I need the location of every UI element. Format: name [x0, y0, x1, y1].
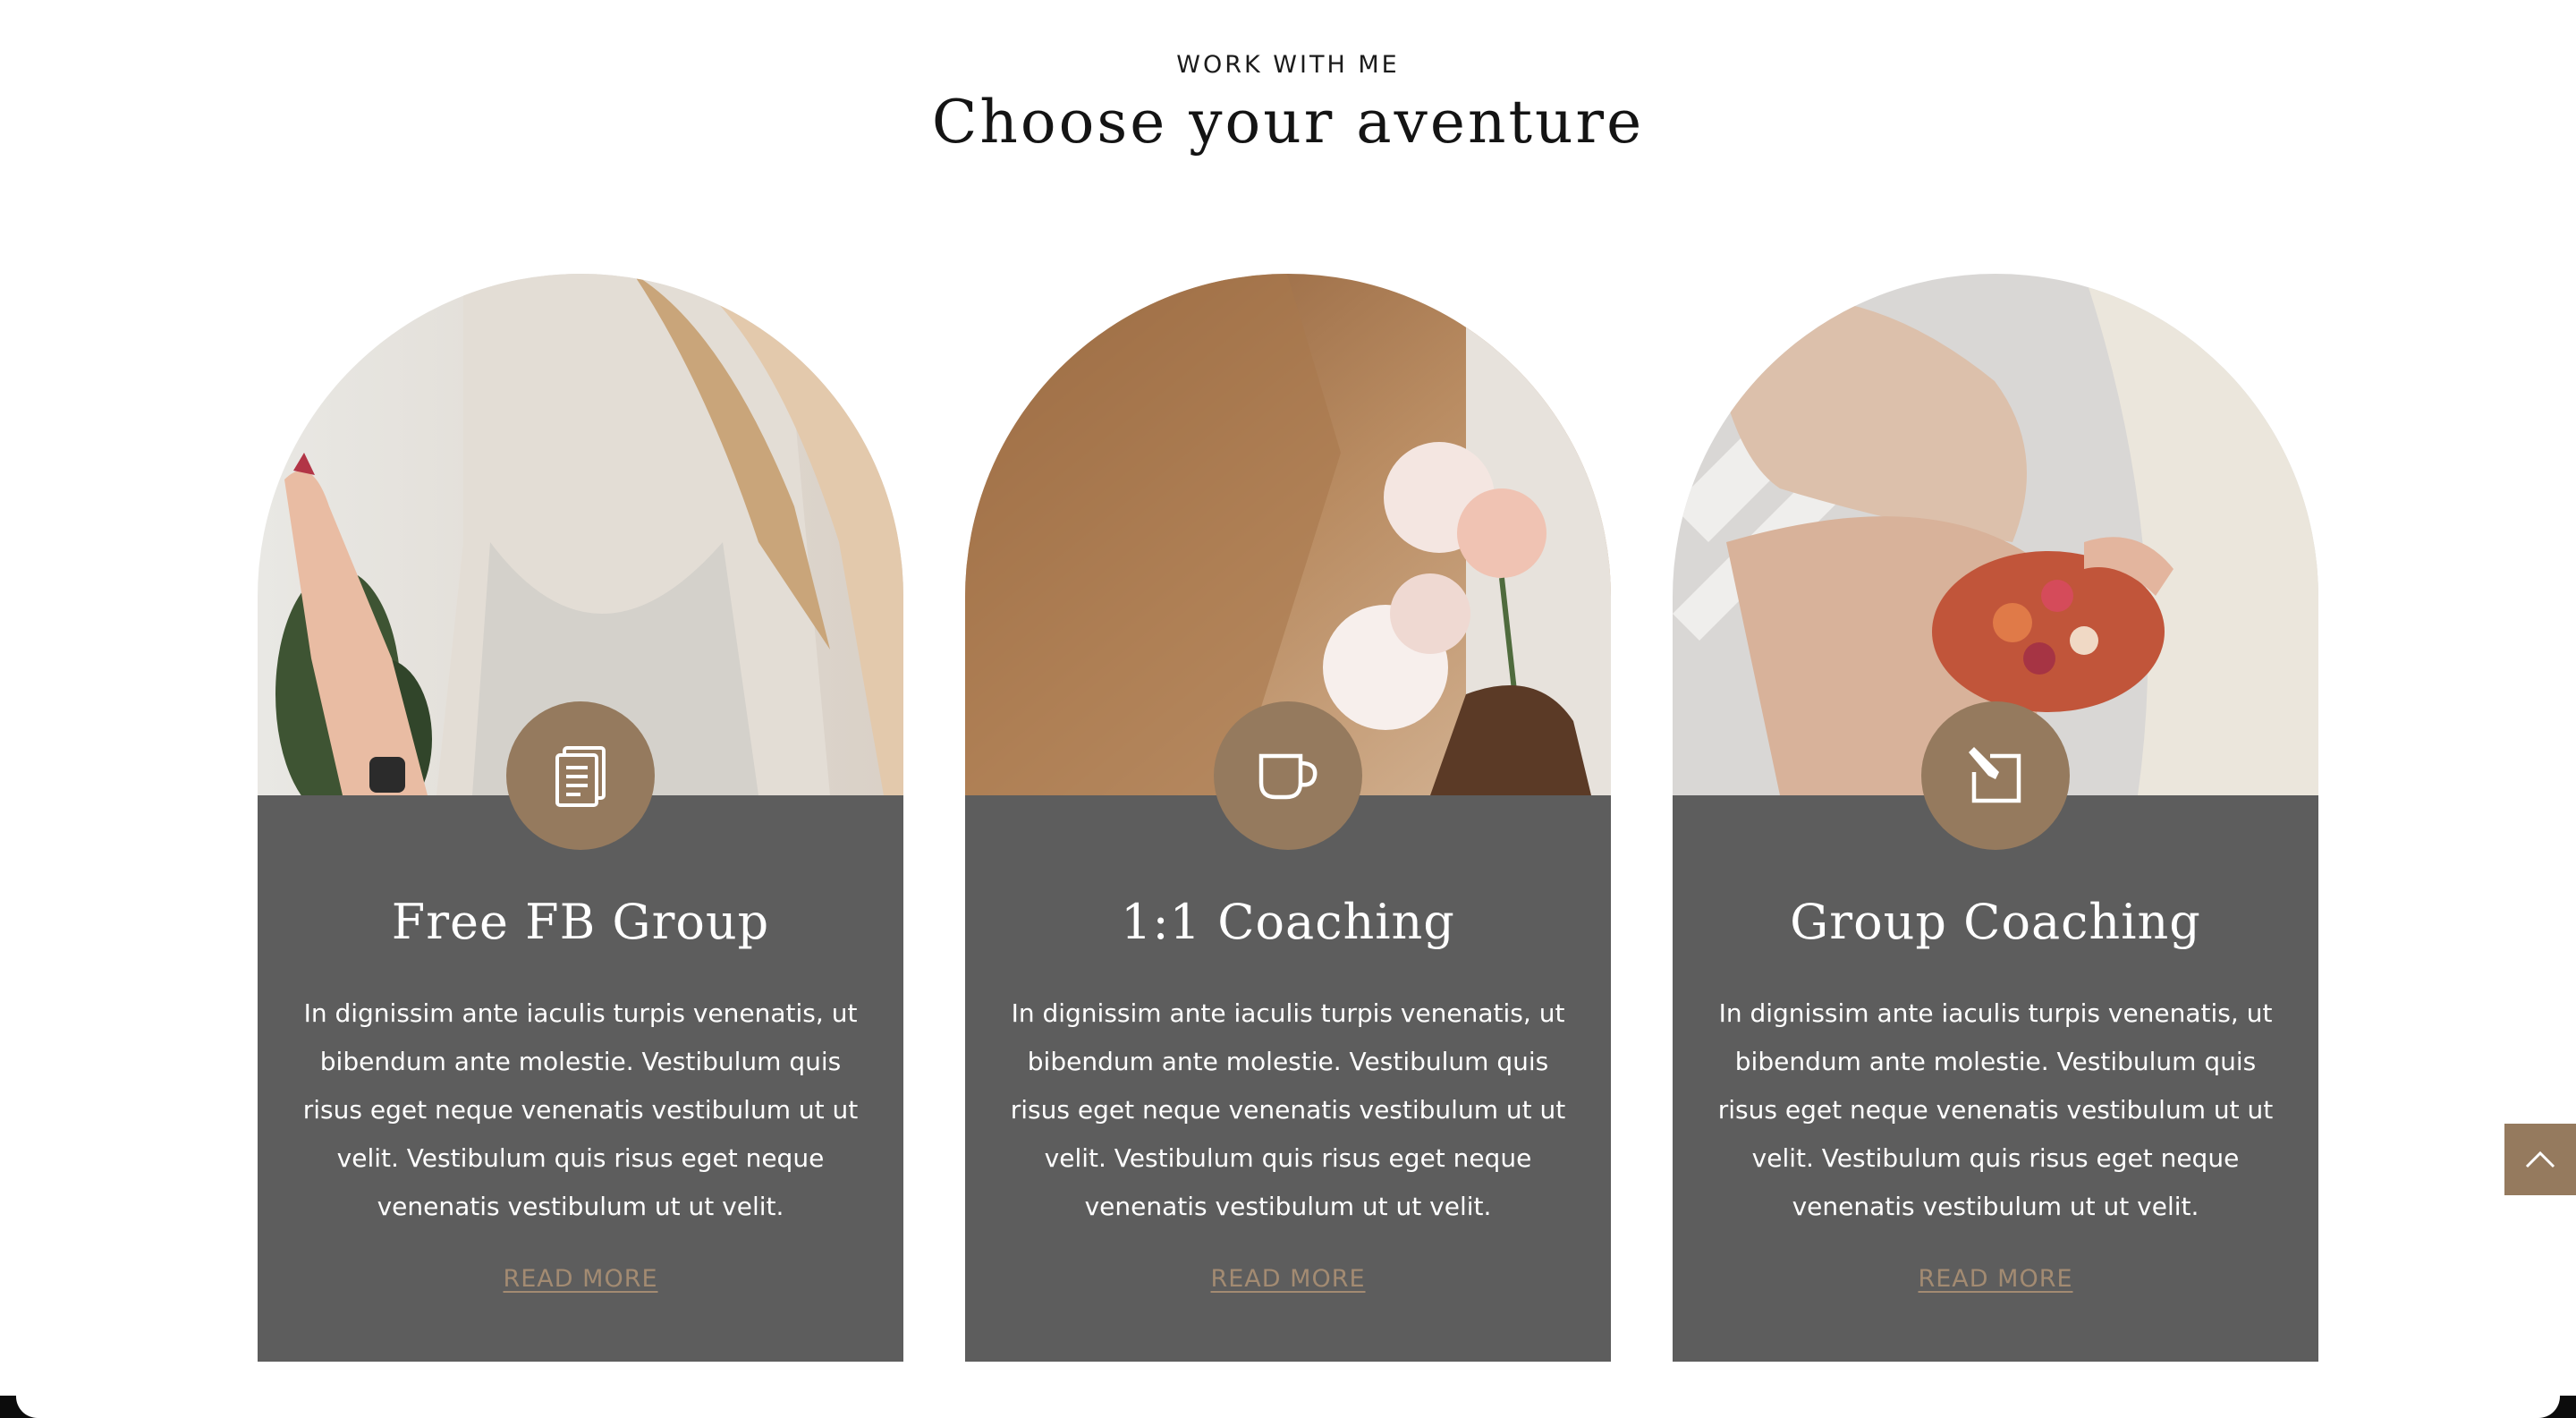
section-eyebrow: WORK WITH ME [1176, 51, 1400, 79]
offer-card-free-fb-group: Free FB Group In dignissim ante iaculis … [258, 274, 903, 1362]
coffee-cup-icon [1214, 701, 1362, 850]
card-description: In dignissim ante iaculis turpis venenat… [1717, 998, 2274, 1221]
read-more-link[interactable]: READ MORE [1918, 1265, 2072, 1293]
card-description: In dignissim ante iaculis turpis venenat… [1010, 998, 1566, 1221]
section-title: Choose your aventure [931, 88, 1645, 157]
page: WORK WITH ME Choose your aventure Free F… [0, 0, 2576, 1418]
card-title: 1:1 Coaching [1121, 894, 1455, 950]
offer-card-group-coaching: Group Coaching In dignissim ante iaculis… [1673, 274, 2318, 1362]
read-more-link-wrapper: READ MORE [965, 1263, 1611, 1295]
read-more-link-wrapper: READ MORE [1673, 1263, 2318, 1295]
read-more-link[interactable]: READ MORE [503, 1265, 657, 1293]
page-bottom-edge [0, 1396, 2576, 1418]
offer-card-1-1-coaching: 1:1 Coaching In dignissim ante iaculis t… [965, 274, 1611, 1362]
chevron-up-icon [2525, 1151, 2555, 1168]
edit-note-icon [1921, 701, 2070, 850]
read-more-link-wrapper: READ MORE [258, 1263, 903, 1295]
card-description: In dignissim ante iaculis turpis venenat… [302, 998, 859, 1221]
card-title: Free FB Group [391, 894, 770, 950]
card-title: Group Coaching [1790, 894, 2201, 950]
document-icon [506, 701, 655, 850]
read-more-link[interactable]: READ MORE [1210, 1265, 1365, 1293]
back-to-top-button[interactable] [2504, 1124, 2576, 1195]
